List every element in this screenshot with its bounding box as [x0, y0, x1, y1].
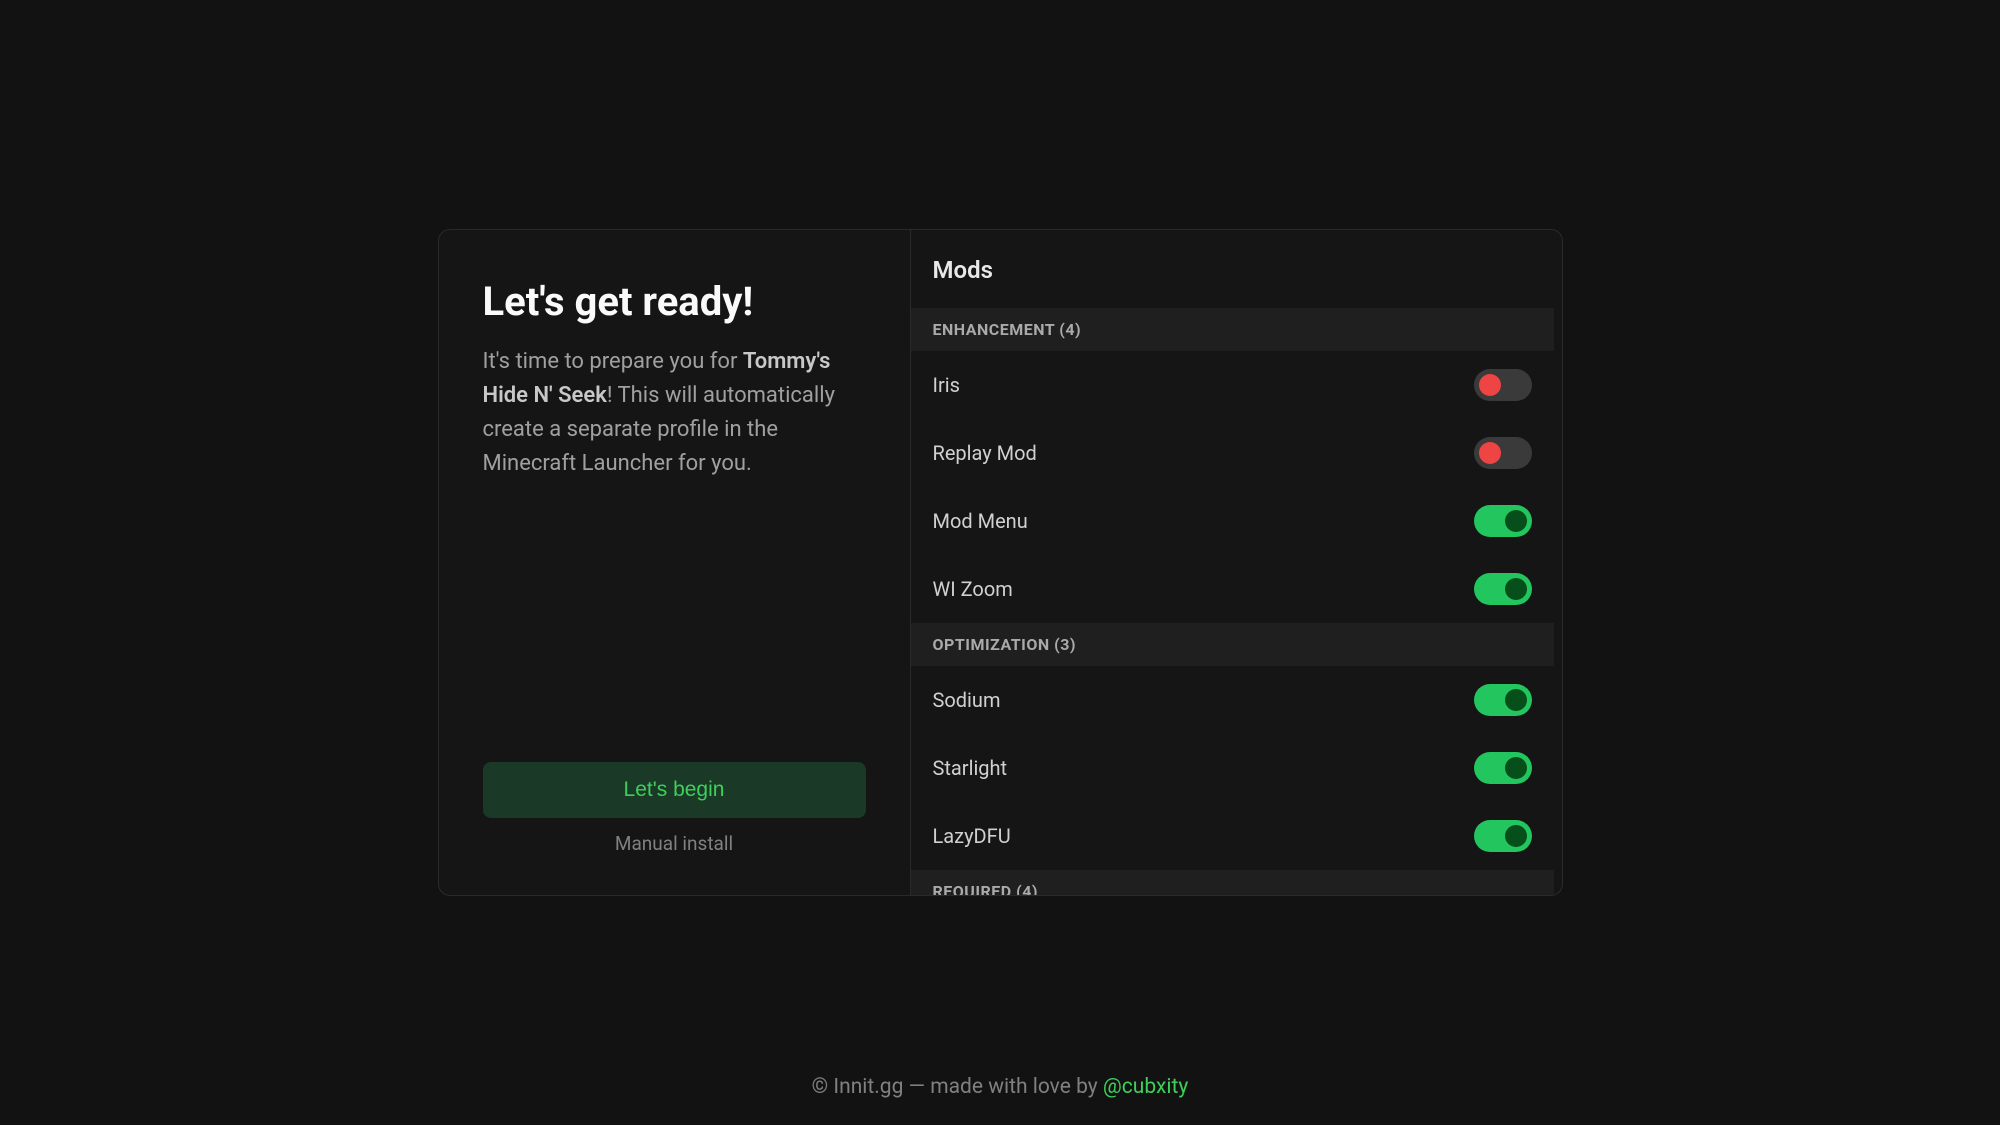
- toggle-knob: [1479, 374, 1501, 396]
- mod-toggle[interactable]: [1474, 752, 1532, 784]
- section-header: OPTIMIZATION (3): [911, 623, 1554, 666]
- page-title: Let's get ready!: [483, 278, 866, 325]
- footer-text: © Innit.gg — made with love by: [812, 1075, 1103, 1099]
- toggle-knob: [1505, 757, 1527, 779]
- author-link[interactable]: @cubxity: [1103, 1075, 1188, 1099]
- mod-toggle[interactable]: [1474, 684, 1532, 716]
- toggle-knob: [1505, 578, 1527, 600]
- mod-name: Mod Menu: [933, 509, 1028, 533]
- toggle-knob: [1505, 510, 1527, 532]
- mod-row: Mod Menu: [911, 487, 1554, 555]
- right-pane: Mods ENHANCEMENT (4) Iris Replay Mod Mod Me…: [911, 230, 1562, 895]
- begin-button[interactable]: Let's begin: [483, 762, 866, 818]
- mod-row: WI Zoom: [911, 555, 1554, 623]
- section-header: ENHANCEMENT (4): [911, 308, 1554, 351]
- mods-scroll-area[interactable]: ENHANCEMENT (4) Iris Replay Mod Mod Menu WI …: [911, 308, 1562, 895]
- toggle-knob: [1505, 825, 1527, 847]
- mod-toggle[interactable]: [1474, 820, 1532, 852]
- description: It's time to prepare you for Tommy's Hid…: [483, 345, 866, 762]
- toggle-knob: [1505, 689, 1527, 711]
- mod-toggle[interactable]: [1474, 369, 1532, 401]
- mods-title: Mods: [911, 230, 1562, 308]
- mod-row: Replay Mod: [911, 419, 1554, 487]
- mod-name: LazyDFU: [933, 824, 1011, 848]
- mod-name: Sodium: [933, 688, 1001, 712]
- mod-row: LazyDFU: [911, 802, 1554, 870]
- mod-name: Iris: [933, 373, 960, 397]
- mod-toggle[interactable]: [1474, 573, 1532, 605]
- setup-modal: Let's get ready! It's time to prepare yo…: [438, 229, 1563, 896]
- mod-row: Sodium: [911, 666, 1554, 734]
- mod-toggle[interactable]: [1474, 505, 1532, 537]
- section-header: REQUIRED (4): [911, 870, 1554, 895]
- toggle-knob: [1479, 442, 1501, 464]
- mod-name: Replay Mod: [933, 441, 1037, 465]
- left-pane: Let's get ready! It's time to prepare yo…: [439, 230, 911, 895]
- mod-toggle[interactable]: [1474, 437, 1532, 469]
- mod-name: WI Zoom: [933, 577, 1013, 601]
- mod-row: Iris: [911, 351, 1554, 419]
- manual-install-link[interactable]: Manual install: [483, 832, 866, 855]
- desc-prefix: It's time to prepare you for: [483, 349, 743, 374]
- mod-name: Starlight: [933, 756, 1008, 780]
- mod-row: Starlight: [911, 734, 1554, 802]
- footer: © Innit.gg — made with love by @cubxity: [812, 1075, 1189, 1099]
